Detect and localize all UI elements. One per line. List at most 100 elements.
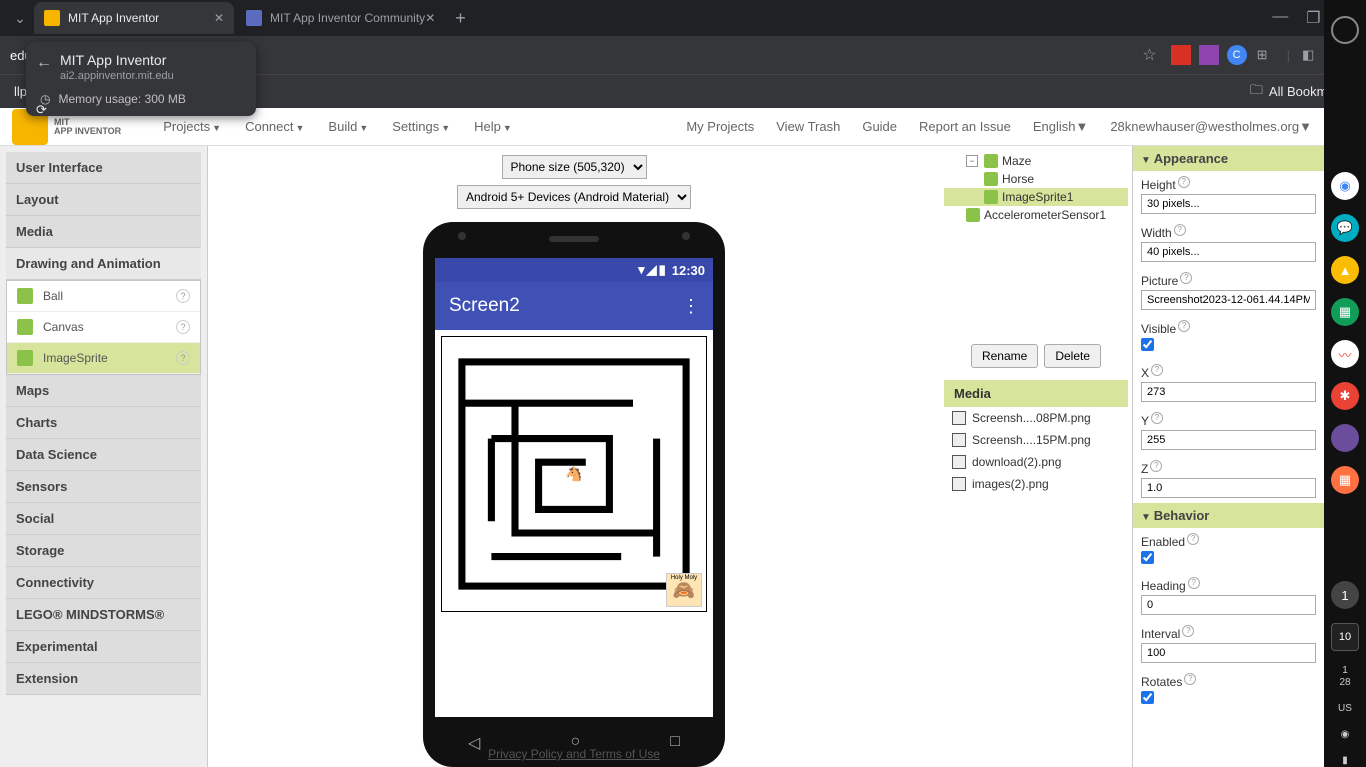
horse-sprite[interactable]: 🐴: [565, 466, 582, 483]
help-icon[interactable]: ?: [1151, 412, 1163, 424]
phone-size-select[interactable]: Phone size (505,320): [502, 155, 647, 179]
help-icon[interactable]: ?: [1178, 176, 1190, 188]
palette-category[interactable]: Connectivity: [6, 567, 201, 599]
extension-icon[interactable]: [1171, 45, 1191, 65]
property-input[interactable]: [1141, 595, 1316, 615]
media-item[interactable]: Screensh....15PM.png: [944, 429, 1128, 451]
rename-button[interactable]: Rename: [971, 344, 1038, 368]
palette-category[interactable]: Storage: [6, 535, 201, 567]
palette-category[interactable]: Charts: [6, 407, 201, 439]
close-icon[interactable]: ✕: [214, 11, 224, 25]
menu-settings[interactable]: Settings▼: [392, 119, 450, 134]
app-icon[interactable]: ▦: [1331, 466, 1359, 494]
phone-screen[interactable]: ▾ ◢ ▮ 12:30 Screen2 ⋮: [435, 258, 713, 717]
canvas-maze[interactable]: 🐴 Holy Moly 🙈: [441, 336, 707, 612]
reload-icon[interactable]: ⟳: [36, 102, 47, 118]
chat-icon[interactable]: 💬: [1331, 214, 1359, 242]
palette-category[interactable]: Layout: [6, 184, 201, 216]
calendar-icon[interactable]: 10: [1331, 623, 1359, 651]
theme-select[interactable]: Android 5+ Devices (Android Material): [457, 185, 691, 209]
media-item[interactable]: images(2).png: [944, 473, 1128, 495]
palette-category[interactable]: Media: [6, 216, 201, 248]
property-checkbox[interactable]: [1141, 551, 1154, 564]
tree-item[interactable]: Horse: [944, 170, 1128, 188]
extension-icon[interactable]: C: [1227, 45, 1247, 65]
link-report-issue[interactable]: Report an Issue: [919, 119, 1011, 134]
help-icon[interactable]: ?: [176, 320, 190, 334]
property-input[interactable]: [1141, 194, 1316, 214]
os-lang[interactable]: US: [1338, 703, 1352, 715]
link-view-trash[interactable]: View Trash: [776, 119, 840, 134]
new-tab-button[interactable]: +: [447, 8, 474, 29]
help-icon[interactable]: ?: [1180, 272, 1192, 284]
palette-category[interactable]: Sensors: [6, 471, 201, 503]
palette-category[interactable]: Data Science: [6, 439, 201, 471]
battery-icon[interactable]: ▮: [1342, 755, 1348, 767]
link-guide[interactable]: Guide: [862, 119, 897, 134]
classroom-icon[interactable]: ▦: [1331, 298, 1359, 326]
collapse-icon[interactable]: −: [966, 155, 978, 167]
footer-link[interactable]: Privacy Policy and Terms of Use: [488, 747, 660, 761]
palette-category[interactable]: Drawing and Animation: [6, 248, 201, 280]
help-icon[interactable]: ?: [1184, 673, 1196, 685]
media-item[interactable]: download(2).png: [944, 451, 1128, 473]
property-checkbox[interactable]: [1141, 338, 1154, 351]
os-launcher-icon[interactable]: [1331, 16, 1359, 44]
media-item[interactable]: Screensh....08PM.png: [944, 407, 1128, 429]
imagesprite1[interactable]: Holy Moly 🙈: [666, 573, 702, 607]
app-icon[interactable]: [1331, 424, 1359, 452]
help-icon[interactable]: ?: [176, 351, 190, 365]
chrome-icon[interactable]: ◉: [1331, 172, 1359, 200]
tree-item[interactable]: AccelerometerSensor1: [944, 206, 1128, 224]
palette-category[interactable]: User Interface: [6, 152, 201, 184]
help-icon[interactable]: ?: [1174, 224, 1186, 236]
drive-icon[interactable]: ▲: [1331, 256, 1359, 284]
palette-category[interactable]: Experimental: [6, 631, 201, 663]
menu-account[interactable]: 28knewhauser@westholmes.org▼: [1110, 119, 1312, 134]
menu-projects[interactable]: Projects▼: [163, 119, 221, 134]
tree-item[interactable]: ImageSprite1: [944, 188, 1128, 206]
help-icon[interactable]: ?: [1188, 577, 1200, 589]
os-date[interactable]: 128: [1339, 665, 1350, 689]
help-icon[interactable]: ?: [1151, 364, 1163, 376]
delete-button[interactable]: Delete: [1044, 344, 1101, 368]
help-icon[interactable]: ?: [1150, 460, 1162, 472]
notification-badge[interactable]: 1: [1331, 581, 1359, 609]
close-icon[interactable]: ✕: [425, 11, 435, 25]
app-icon[interactable]: ✱: [1331, 382, 1359, 410]
wifi-icon[interactable]: ◉: [1341, 729, 1350, 741]
property-input[interactable]: [1141, 643, 1316, 663]
sidepanel-icon[interactable]: ◧: [1302, 47, 1320, 63]
star-icon[interactable]: ☆: [1142, 45, 1156, 65]
browser-tab-2[interactable]: MIT App Inventor Community ✕: [236, 2, 445, 34]
palette-category[interactable]: Social: [6, 503, 201, 535]
extensions-menu-icon[interactable]: ⊞: [1257, 47, 1275, 63]
property-input[interactable]: [1141, 382, 1316, 402]
palette-item[interactable]: Ball?: [7, 281, 200, 312]
palette-item[interactable]: Canvas?: [7, 312, 200, 343]
minimize-icon[interactable]: —: [1272, 8, 1288, 28]
nav-recent-icon[interactable]: □: [670, 733, 680, 753]
link-my-projects[interactable]: My Projects: [686, 119, 754, 134]
palette-item[interactable]: ImageSprite?: [7, 343, 200, 374]
menu-connect[interactable]: Connect▼: [245, 119, 304, 134]
palette-category[interactable]: LEGO® MINDSTORMS®: [6, 599, 201, 631]
app-icon[interactable]: 〰: [1331, 340, 1359, 368]
property-checkbox[interactable]: [1141, 691, 1154, 704]
property-input[interactable]: [1141, 478, 1316, 498]
help-icon[interactable]: ?: [1182, 625, 1194, 637]
help-icon[interactable]: ?: [1187, 533, 1199, 545]
more-icon[interactable]: ⋮: [682, 296, 699, 317]
section-appearance[interactable]: Appearance: [1133, 146, 1324, 171]
help-icon[interactable]: ?: [1178, 320, 1190, 332]
property-input[interactable]: [1141, 242, 1316, 262]
section-behavior[interactable]: Behavior: [1133, 503, 1324, 528]
tab-dropdown-icon[interactable]: ⌄: [6, 4, 34, 32]
menu-build[interactable]: Build▼: [328, 119, 368, 134]
back-icon[interactable]: ←: [36, 54, 52, 72]
help-icon[interactable]: ?: [176, 289, 190, 303]
palette-category[interactable]: Maps: [6, 375, 201, 407]
nav-back-icon[interactable]: ◁: [468, 733, 480, 753]
menu-help[interactable]: Help▼: [474, 119, 512, 134]
tree-item[interactable]: −Maze: [944, 152, 1128, 170]
